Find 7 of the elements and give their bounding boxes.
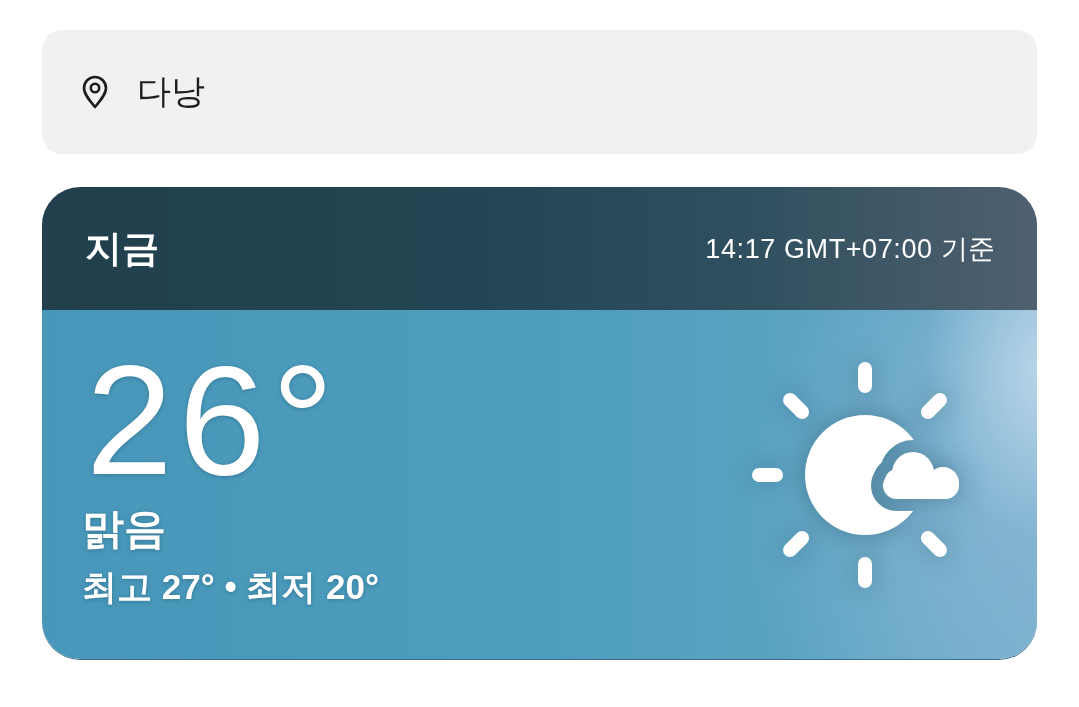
- high-low-text: 최고 27° • 최저 20°: [82, 566, 379, 609]
- condition-text: 맑음: [82, 504, 167, 554]
- temperature: 26°: [86, 342, 341, 498]
- location-pin-icon: [81, 75, 109, 109]
- location-button[interactable]: 다낭: [42, 30, 1037, 154]
- update-time: 14:17 GMT+07:00 기준: [705, 232, 996, 266]
- card-title: 지금: [85, 226, 159, 271]
